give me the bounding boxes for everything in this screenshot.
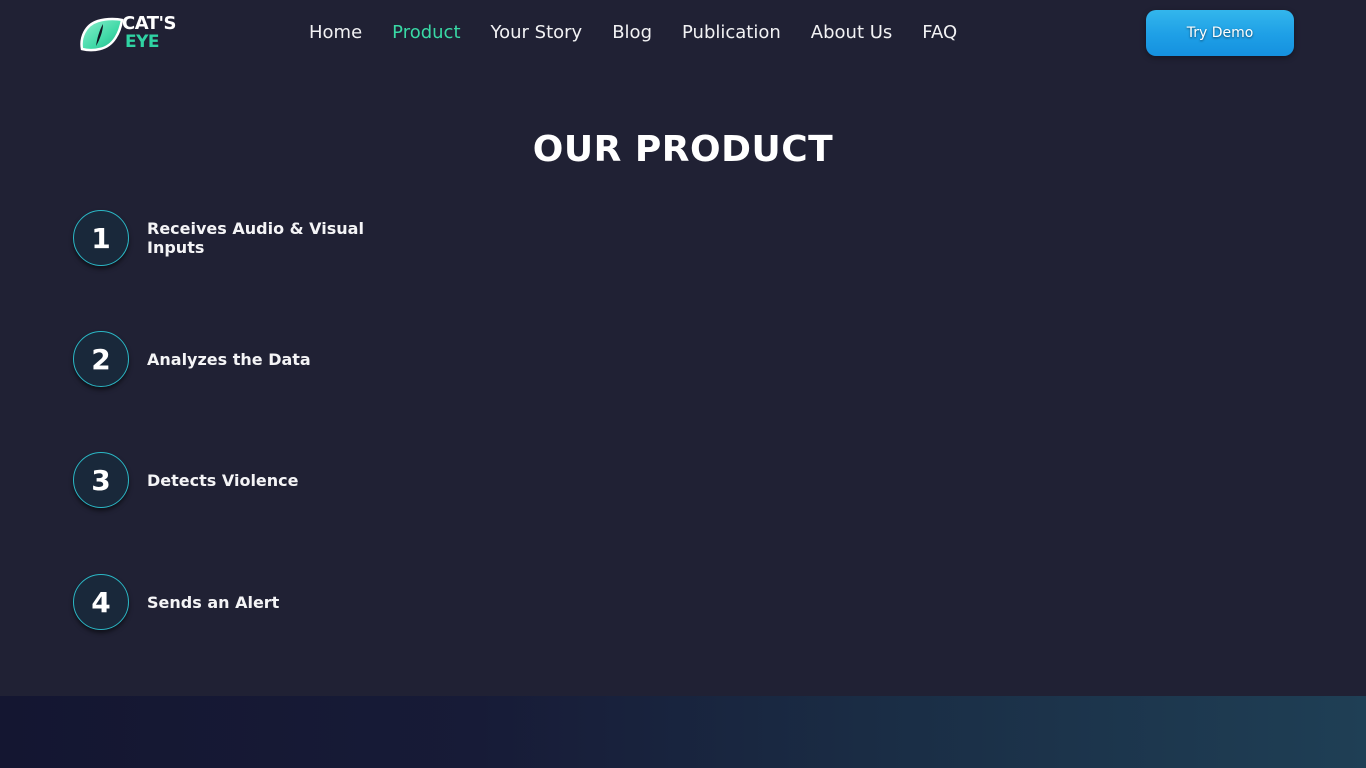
step-1: 1 Receives Audio & Visual Inputs bbox=[73, 210, 393, 268]
nav-publication[interactable]: Publication bbox=[667, 20, 796, 46]
section-title: OUR PRODUCT bbox=[532, 129, 834, 170]
step-number-circle: 4 bbox=[73, 574, 129, 630]
logo-text-bottom: EYE bbox=[125, 32, 160, 52]
nav-home[interactable]: Home bbox=[294, 20, 377, 46]
cat-eye-logo-icon bbox=[80, 17, 124, 52]
nav-blog[interactable]: Blog bbox=[597, 20, 667, 46]
step-label: Sends an Alert bbox=[147, 592, 280, 612]
step-number-circle: 3 bbox=[73, 452, 129, 508]
nav-product[interactable]: Product bbox=[377, 20, 475, 46]
site-header: CAT'S EYE Home Product Your Story Blog P… bbox=[0, 0, 1366, 66]
step-3: 3 Detects Violence bbox=[73, 452, 393, 510]
step-number-circle: 2 bbox=[73, 331, 129, 387]
step-2: 2 Analyzes the Data bbox=[73, 331, 393, 389]
main-nav: Home Product Your Story Blog Publication… bbox=[294, 20, 972, 46]
nav-about-us[interactable]: About Us bbox=[796, 20, 908, 46]
step-number-circle: 1 bbox=[73, 210, 129, 266]
logo[interactable]: CAT'S EYE bbox=[78, 14, 178, 54]
logo-text-top: CAT'S bbox=[122, 13, 177, 34]
nav-faq[interactable]: FAQ bbox=[907, 20, 972, 46]
nav-your-story[interactable]: Your Story bbox=[476, 20, 598, 46]
try-demo-button[interactable]: Try Demo bbox=[1146, 10, 1294, 56]
step-label: Analyzes the Data bbox=[147, 349, 311, 369]
next-section-band bbox=[0, 696, 1366, 768]
page: CAT'S EYE Home Product Your Story Blog P… bbox=[0, 0, 1366, 768]
step-4: 4 Sends an Alert bbox=[73, 574, 393, 632]
step-label: Detects Violence bbox=[147, 470, 299, 490]
step-label: Receives Audio & Visual Inputs bbox=[147, 219, 364, 257]
